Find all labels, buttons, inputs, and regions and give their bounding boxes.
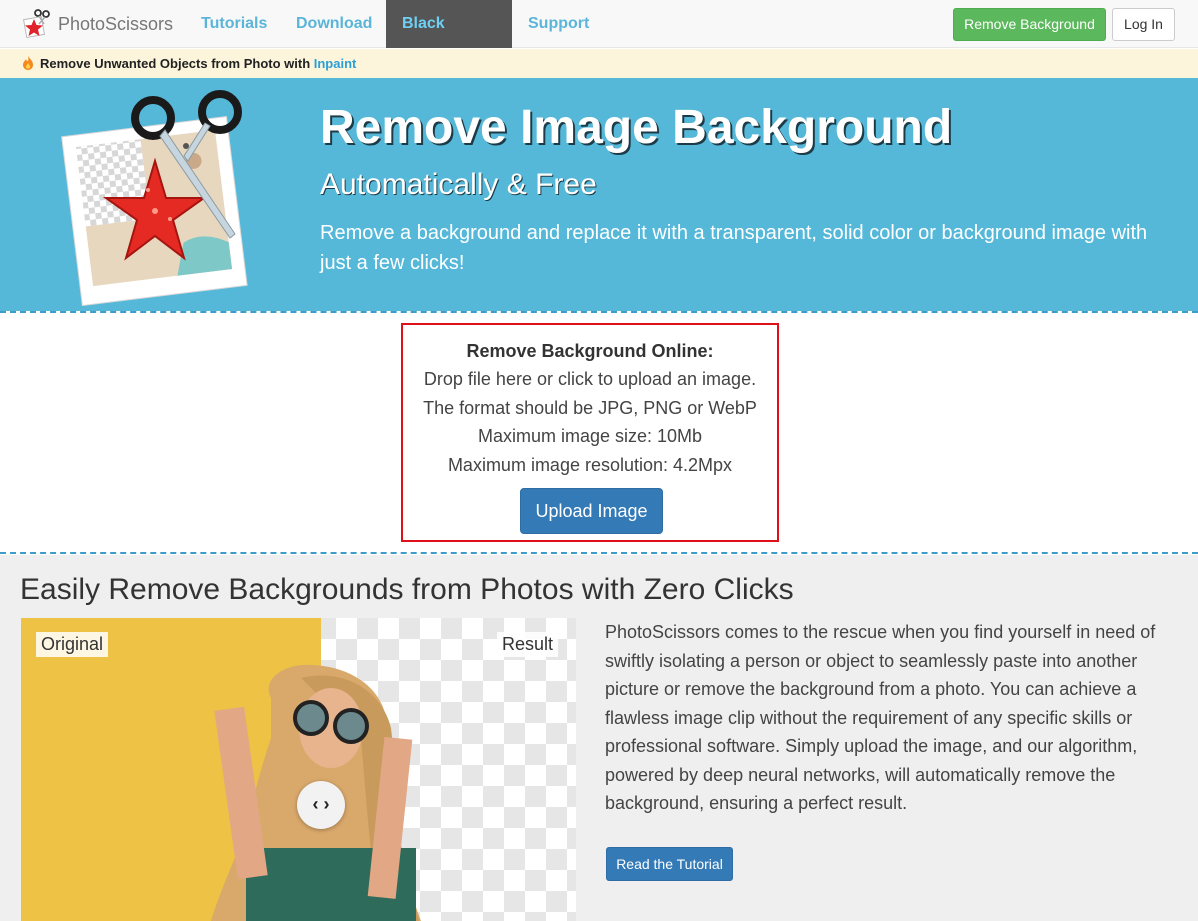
upload-divider [0,552,1198,554]
fire-icon [23,56,33,70]
notice-text: Remove Unwanted Objects from Photo with [40,56,314,71]
upload-size-info: Maximum image size: 10Mb [477,426,703,446]
upload-image-button[interactable]: Upload Image [520,488,663,534]
hero-description: Remove a background and replace it with … [320,222,1148,274]
nav-tutorials[interactable]: Tutorials [185,0,283,48]
hero-subtitle: Automatically & Free [320,168,597,201]
upload-resolution-info: Maximum image resolution: 4.2Mpx [447,454,733,475]
promo-notice: Remove Unwanted Objects from Photo with … [0,49,1198,78]
brand-name: PhotoScissors [58,13,174,34]
result-label: Result [497,632,559,657]
inpaint-link[interactable]: Inpaint [314,56,357,71]
upload-dropzone[interactable]: Remove Background Online: Drop file here… [401,323,779,542]
original-label: Original [36,632,109,657]
section-description: PhotoScissors comes to the rescue when y… [605,622,1156,813]
read-tutorial-button[interactable]: Read the Tutorial [606,847,733,881]
scissors-star-logo-icon [22,9,50,39]
slider-handle-icon[interactable]: ‹ › [297,781,345,829]
hero-title: Remove Image Background [320,101,953,154]
features-section: Easily Remove Backgrounds from Photos wi… [0,555,1198,921]
upload-instruction: Drop file here or click to upload an ima… [423,369,757,389]
hero-banner: Remove Image Background Automatically & … [0,78,1198,311]
section-title: Easily Remove Backgrounds from Photos wi… [20,573,794,606]
top-navbar: PhotoScissors Tutorials Download Black F… [0,0,1198,80]
upload-title: Remove Background Online: [466,341,714,361]
comparison-image [21,618,576,921]
nav-support[interactable]: Support [512,0,605,48]
upload-format-info: The format should be JPG, PNG or WebP [423,397,757,418]
remove-background-button[interactable]: Remove Background [953,8,1106,41]
login-button[interactable]: Log In [1112,8,1175,41]
scissors-photo-illustration [61,90,248,306]
nav-black-friday[interactable]: Black Friday [386,0,512,80]
brand-link[interactable]: PhotoScissors [22,6,173,42]
nav-download[interactable]: Download [280,0,388,48]
hero-divider [0,311,1198,313]
before-after-slider[interactable]: Original Result ‹ › [21,618,576,921]
